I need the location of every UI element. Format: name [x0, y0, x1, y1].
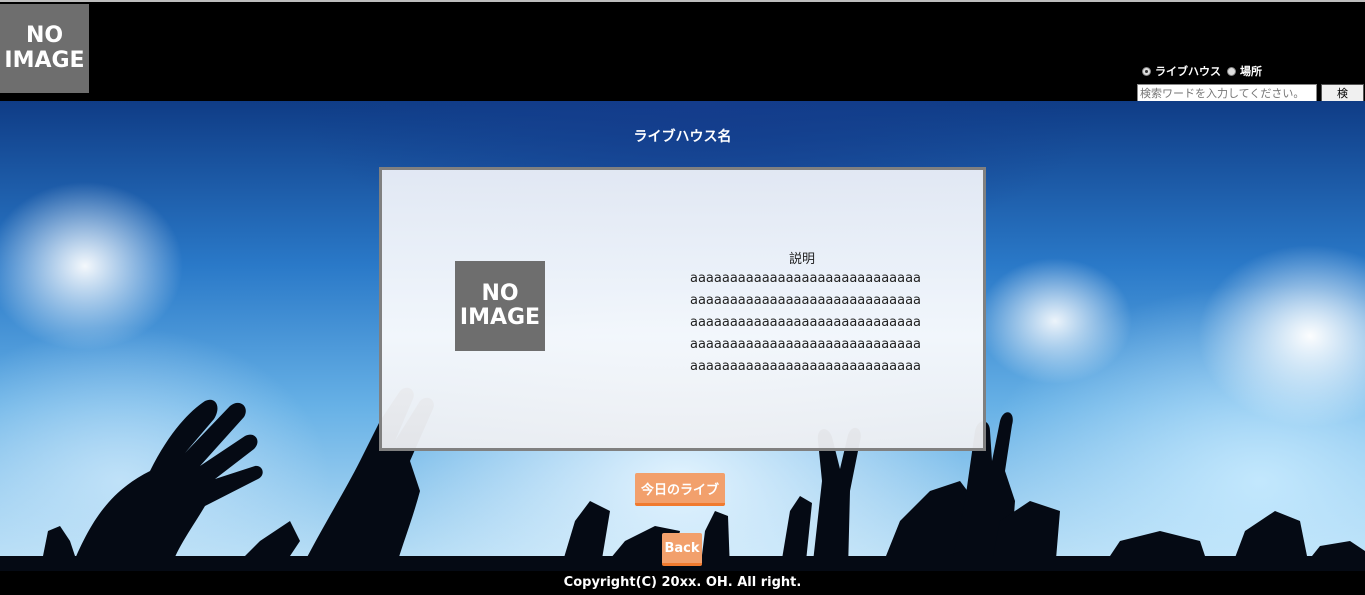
- venue-image-text-line1: NO: [481, 280, 519, 306]
- venue-image-placeholder: NO IMAGE: [455, 261, 545, 351]
- site-logo[interactable]: NO IMAGE: [0, 4, 89, 93]
- description-line: aaaaaaaaaaaaaaaaaaaaaaaaaaaaa: [690, 337, 922, 352]
- today-live-button[interactable]: 今日のライブ: [635, 473, 725, 506]
- search-button[interactable]: 検 索: [1321, 84, 1364, 116]
- description-line: aaaaaaaaaaaaaaaaaaaaaaaaaaaaa: [690, 359, 922, 374]
- description-text: aaaaaaaaaaaaaaaaaaaaaaaaaaaaa aaaaaaaaaa…: [690, 268, 922, 378]
- footer-copyright: Copyright(C) 20xx. OH. All right.: [0, 571, 1365, 595]
- description-title: 説明: [788, 252, 815, 267]
- radio-livehouse-label[interactable]: ライブハウス: [1155, 63, 1221, 79]
- venue-info-card: NO IMAGE 説明 aaaaaaaaaaaaaaaaaaaaaaaaaaaa…: [379, 167, 986, 451]
- description-line: aaaaaaaaaaaaaaaaaaaaaaaaaaaaa: [690, 271, 922, 286]
- description-line: aaaaaaaaaaaaaaaaaaaaaaaaaaaaa: [690, 315, 922, 330]
- radio-place[interactable]: [1227, 66, 1236, 76]
- radio-place-label[interactable]: 場所: [1240, 63, 1262, 79]
- radio-livehouse[interactable]: [1142, 66, 1151, 76]
- venue-name: ライブハウス名: [633, 129, 732, 145]
- logo-text-line2: IMAGE: [4, 47, 85, 73]
- logo-text-line1: NO: [25, 23, 64, 49]
- venue-image-text-line2: IMAGE: [459, 305, 541, 330]
- search-input[interactable]: [1137, 84, 1317, 102]
- site-header: NO IMAGE ライブハウス 場所 検 索: [0, 0, 1365, 116]
- main-content: ライブハウス名 NO IMAGE 説明 aaaaaaaaaaaaaaaaaaaa…: [0, 101, 1365, 571]
- back-button[interactable]: Back: [662, 533, 702, 566]
- description-line: aaaaaaaaaaaaaaaaaaaaaaaaaaaaa: [690, 293, 922, 308]
- search-type-radios: ライブハウス 場所: [1142, 64, 1268, 78]
